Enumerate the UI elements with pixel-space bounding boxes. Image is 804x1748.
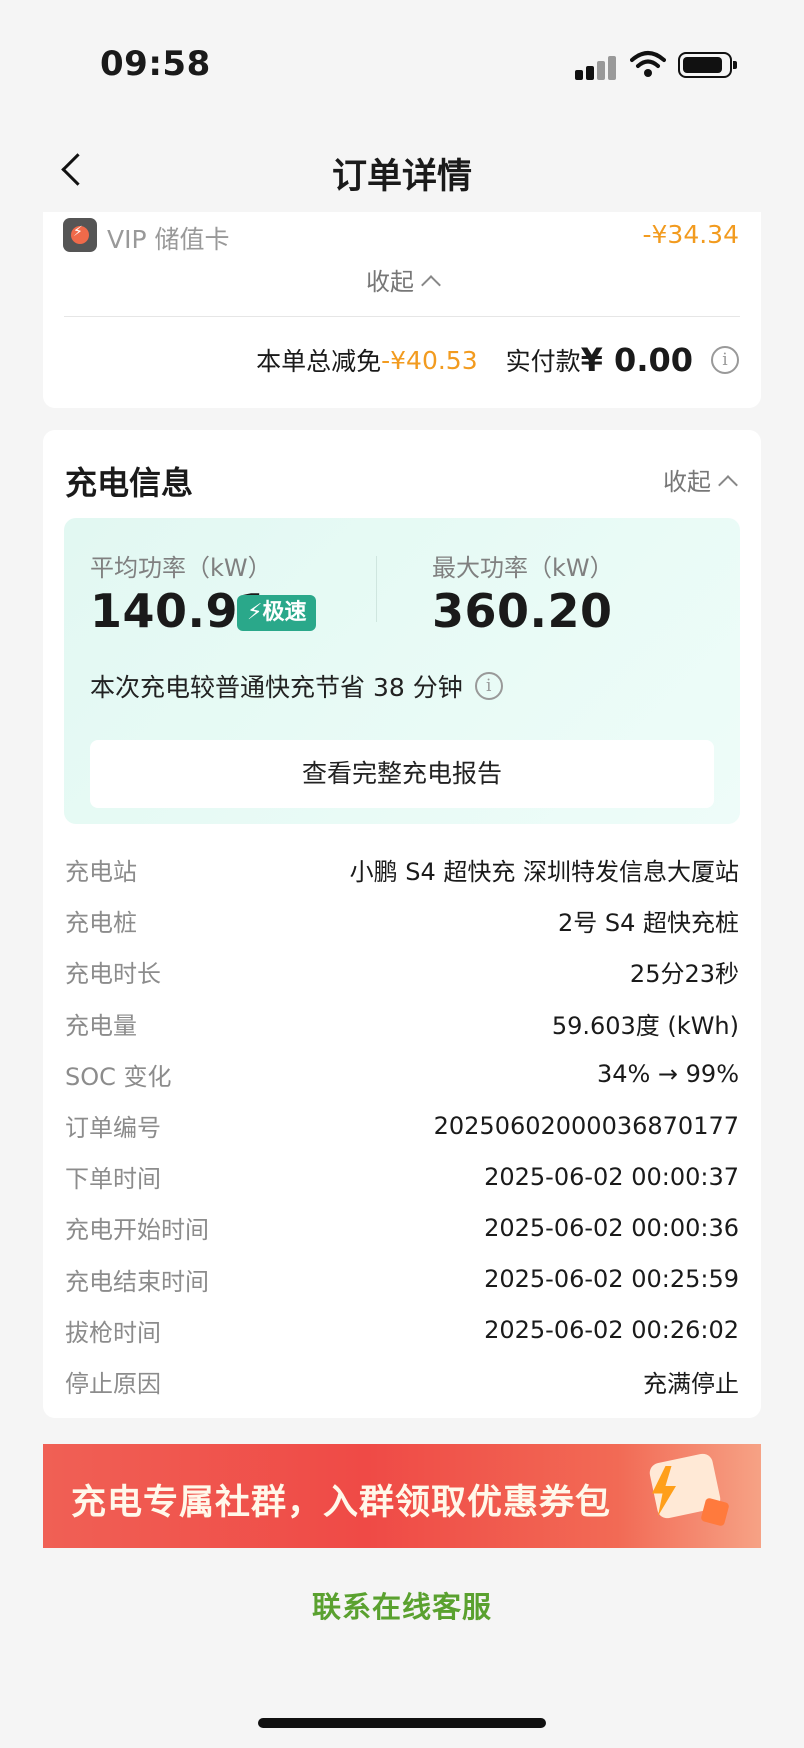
detail-list: 充电站 小鹏 S4 超快充 深圳特发信息大厦站 充电桩 2号 S4 超快充桩 充电时…	[65, 844, 739, 1407]
vip-card-icon	[63, 218, 97, 252]
avg-power-label: 平均功率（kW）	[90, 554, 272, 582]
detail-key: 充电站	[65, 858, 137, 887]
detail-row: 拔枪时间 2025-06-02 00:26:02	[65, 1305, 739, 1356]
paid-label: 实付款	[505, 347, 581, 376]
detail-key: 充电桩	[65, 909, 137, 938]
detail-value: 充满停止	[643, 1369, 739, 1398]
detail-value: 20250602000036870177	[433, 1111, 739, 1140]
detail-value: 2025-06-02 00:00:36	[484, 1213, 739, 1242]
nav-bar: 订单详情	[0, 130, 804, 210]
vip-label: VIP 储值卡	[107, 225, 230, 254]
detail-key: 充电时长	[65, 960, 161, 989]
detail-row: 停止原因 充满停止	[65, 1356, 739, 1407]
discount-collapse-button[interactable]: 收起	[43, 262, 761, 297]
speed-badge: ⚡极速	[237, 595, 317, 631]
wifi-icon	[630, 51, 666, 77]
status-bar: 09:58	[0, 0, 804, 120]
detail-value: 小鹏 S4 超快充 深圳特发信息大厦站	[349, 858, 739, 887]
detail-row: 充电时长 25分23秒	[65, 946, 739, 997]
home-indicator	[258, 1718, 546, 1728]
discount-card: VIP 储值卡 -¥34.34 收起 本单总减免 -¥40.53 实付款 ¥ 0…	[43, 212, 761, 408]
detail-value: 2025-06-02 00:00:37	[484, 1162, 739, 1191]
charge-info-card: 充电信息 收起 平均功率（kW） 140.91 ⚡极速 最大功率（kW） 360…	[43, 430, 761, 1418]
detail-value: 2025-06-02 00:25:59	[484, 1265, 739, 1294]
detail-key: 停止原因	[65, 1369, 161, 1398]
divider	[376, 556, 377, 622]
detail-value: 34% → 99%	[596, 1060, 739, 1089]
collapse-label: 收起	[663, 468, 711, 496]
detail-row: 充电桩 2号 S4 超快充桩	[65, 895, 739, 946]
detail-key: 充电量	[65, 1011, 137, 1040]
contact-support-link[interactable]: 联系在线客服	[0, 1584, 804, 1626]
banner-text: 充电专属社群，入群领取优惠券包	[71, 1483, 612, 1523]
detail-key: 拔枪时间	[65, 1318, 161, 1347]
collapse-label: 收起	[366, 268, 414, 296]
total-row: 本单总减免 -¥40.53 实付款 ¥ 0.00 i	[256, 340, 739, 380]
detail-row: 下单时间 2025-06-02 00:00:37	[65, 1151, 739, 1202]
save-note: 本次充电较普通快充节省 38 分钟 i	[90, 668, 503, 704]
detail-value: 2025-06-02 00:26:02	[484, 1316, 739, 1345]
status-time: 09:58	[100, 44, 211, 84]
save-note-text: 本次充电较普通快充节省 38 分钟	[90, 673, 463, 702]
page-title: 订单详情	[331, 157, 472, 197]
max-power-label: 最大功率（kW）	[432, 554, 614, 582]
detail-row: 充电结束时间 2025-06-02 00:25:59	[65, 1254, 739, 1305]
power-panel: 平均功率（kW） 140.91 ⚡极速 最大功率（kW） 360.20 本次充电…	[64, 518, 740, 824]
detail-row: 充电开始时间 2025-06-02 00:00:36	[65, 1202, 739, 1253]
community-banner[interactable]: 充电专属社群，入群领取优惠券包	[43, 1444, 761, 1548]
divider	[64, 316, 740, 317]
total-label: 本单总减免	[256, 347, 382, 376]
max-power-value: 360.20	[432, 584, 613, 638]
info-icon[interactable]: i	[474, 672, 503, 700]
detail-key: 下单时间	[65, 1165, 161, 1194]
paid-value: ¥ 0.00	[580, 341, 693, 379]
detail-key: SOC 变化	[65, 1062, 172, 1091]
chevron-up-icon	[421, 275, 441, 295]
detail-value: 25分23秒	[629, 960, 739, 989]
total-value: -¥40.53	[381, 345, 478, 375]
detail-row: 充电站 小鹏 S4 超快充 深圳特发信息大厦站	[65, 844, 739, 895]
info-icon[interactable]: i	[711, 346, 739, 374]
detail-row: 订单编号 20250602000036870177	[65, 1100, 739, 1151]
signal-icon	[575, 52, 617, 80]
detail-key: 充电开始时间	[65, 1216, 209, 1245]
detail-row: SOC 变化 34% → 99%	[65, 1049, 739, 1100]
detail-value: 59.603度 (kWh)	[551, 1011, 739, 1040]
detail-key: 充电结束时间	[65, 1267, 209, 1296]
vip-amount: -¥34.34	[642, 220, 740, 249]
detail-key: 订单编号	[65, 1114, 161, 1143]
section-title: 充电信息	[65, 464, 194, 502]
coupon-illustration	[643, 1451, 735, 1538]
detail-value: 2号 S4 超快充桩	[557, 909, 739, 938]
view-report-button[interactable]: 查看完整充电报告	[90, 740, 714, 808]
charge-collapse-button[interactable]: 收起	[663, 462, 738, 497]
chevron-up-icon	[718, 475, 738, 495]
battery-icon	[678, 52, 737, 78]
detail-row: 充电量 59.603度 (kWh)	[65, 998, 739, 1049]
